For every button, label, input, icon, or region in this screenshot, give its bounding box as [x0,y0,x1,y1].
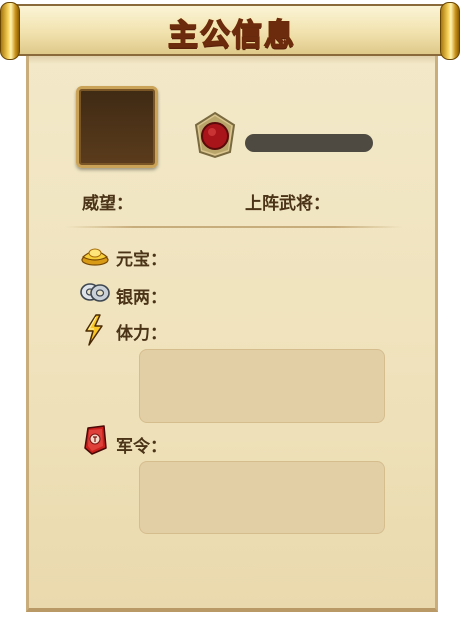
stamina-label: 体力： [116,324,167,344]
generals-label: 上阵武将： [245,194,330,214]
scroll-header: 主公信息 [8,4,456,56]
scroll-roller-left [0,2,20,60]
military-order-info-panel [139,461,385,534]
silver-coins-icon [80,283,110,302]
player-info-window: 主公信息 威望： 上阵武将： 元宝： 银两： 体力： 军令： [0,0,470,619]
player-avatar[interactable] [76,86,158,168]
yuanbao-label: 元宝： [116,250,167,270]
prestige-label: 威望： [82,194,133,214]
scroll-roller-right [440,2,460,60]
military-token-icon [84,425,107,455]
silver-label: 银两： [116,288,167,308]
section-divider [66,226,402,228]
window-title: 主公信息 [167,17,296,54]
player-name-bar [245,134,373,152]
military-order-label: 军令： [116,437,167,457]
stamina-info-panel [139,349,385,423]
lightning-icon [85,314,103,346]
rank-badge-icon [194,111,236,159]
gold-ingot-icon [81,248,109,266]
